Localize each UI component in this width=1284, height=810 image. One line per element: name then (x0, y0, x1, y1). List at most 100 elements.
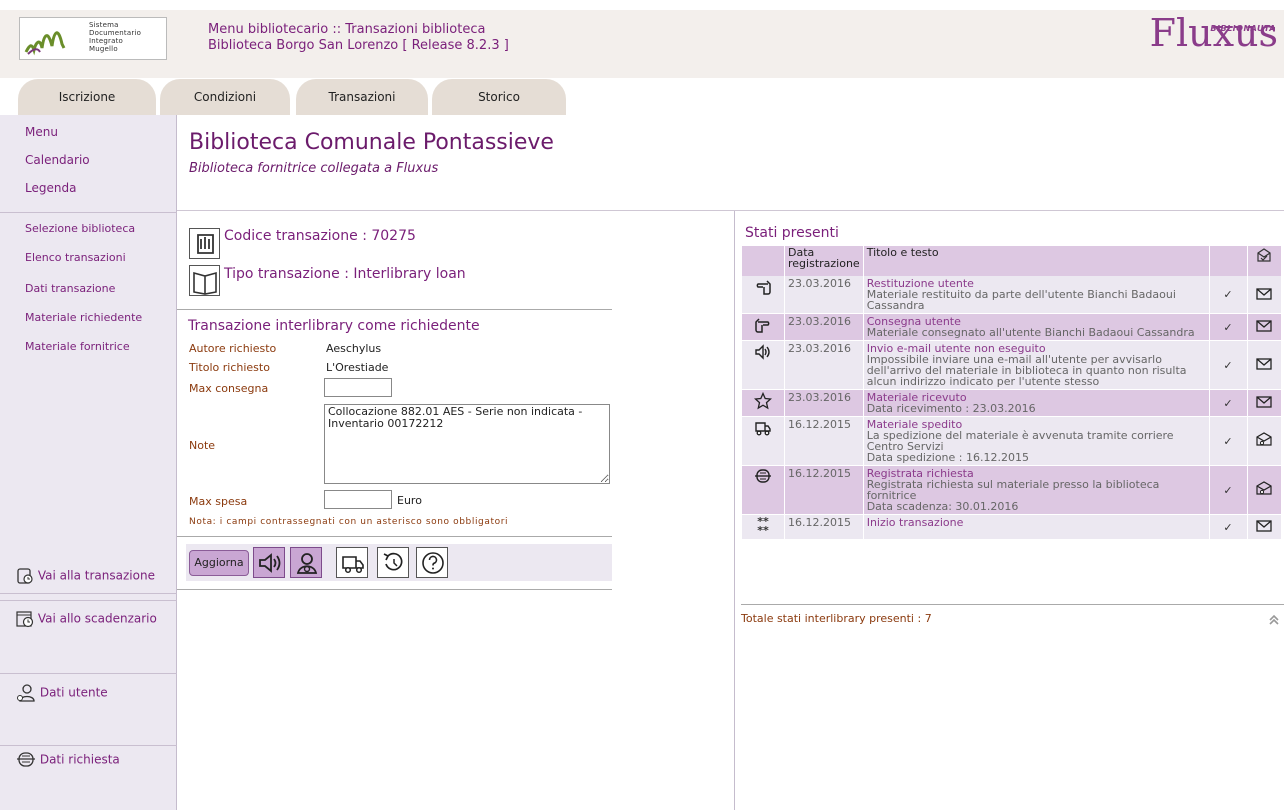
asterisks-icon: ** ** (757, 515, 769, 537)
tab-condizioni[interactable]: Condizioni (160, 79, 290, 115)
stato-date: 23.03.2016 (784, 340, 864, 390)
fluxus-logo[interactable]: Fluxus (1150, 11, 1278, 55)
envelope-icon[interactable] (1255, 355, 1273, 373)
quick-link-label: Vai alla transazione (37, 568, 155, 583)
sidebar-item-elenco-transazioni[interactable]: Elenco transazioni (25, 251, 126, 264)
stato-row: 23.03.2016 Consegna utente Materiale conse… (741, 313, 1281, 341)
aggiorna-button[interactable]: Aggiorna (189, 550, 249, 576)
quick-link-dati-utente[interactable]: Dati utente (16, 683, 108, 703)
tab-iscrizione[interactable]: Iscrizione (18, 79, 156, 115)
sidebar-divider (0, 745, 177, 746)
scroll-top-icon[interactable] (1268, 614, 1280, 626)
truck-button[interactable] (336, 547, 368, 578)
check-icon: ✓ (1208, 276, 1247, 314)
stato-date: 23.03.2016 (784, 389, 864, 417)
quick-link-label: Vai allo scadenzario (37, 611, 157, 626)
mail-cell[interactable] (1246, 416, 1281, 466)
quick-link-vai-alla-transazione[interactable]: Vai alla transazione (16, 567, 155, 585)
envelope-icon[interactable] (1255, 285, 1273, 303)
logo-text: Sistema Documentario Integrato Mugello (89, 21, 142, 53)
nota-obbligatori: Nota: i campi contrassegnati con un aste… (189, 517, 509, 527)
tab-transazioni[interactable]: Transazioni (296, 79, 428, 115)
user-badge-icon (296, 553, 318, 574)
right-panel-border (734, 211, 735, 810)
actions-divider-top (177, 536, 612, 537)
sidebar-item-menu[interactable]: Menu (25, 125, 58, 139)
check-icon: ✓ (1208, 514, 1247, 540)
header: Sistema Documentario Integrato Mugello M… (0, 10, 1284, 78)
stato-row: 23.03.2016 Invio e-mail utente non esegui… (741, 340, 1281, 390)
book-icon (193, 271, 217, 295)
col-mail-header (1246, 246, 1281, 276)
speaker-icon (259, 553, 281, 573)
sidebar-divider (0, 600, 177, 601)
tab-storico[interactable]: Storico (432, 79, 566, 115)
sidebar-item-materiale-fornitrice[interactable]: Materiale fornitrice (25, 340, 130, 353)
max-spesa-input[interactable] (324, 490, 392, 509)
sidebar-item-dati-transazione[interactable]: Dati transazione (25, 282, 115, 295)
mail-cell[interactable] (1246, 313, 1281, 341)
form-divider (177, 309, 612, 310)
sidebar-item-materiale-richiedente[interactable]: Materiale richiedente (25, 311, 142, 324)
hand-right-icon (755, 318, 770, 333)
col-date-header: Data registrazione (784, 246, 864, 276)
stato-text: Data ricevimento : 23.03.2016 (866, 402, 1036, 415)
transaction-code-box (189, 228, 220, 259)
stato-text: Data scadenza: 30.01.2016 (866, 500, 1019, 513)
check-icon: ✓ (1208, 389, 1247, 417)
col-check-header (1208, 246, 1247, 276)
undo-icon (383, 552, 403, 571)
user-badge-button[interactable] (290, 547, 322, 578)
mail-cell[interactable] (1246, 514, 1281, 540)
mail-cell[interactable] (1246, 389, 1281, 417)
stato-date: 16.12.2015 (784, 416, 864, 466)
header-title: Menu bibliotecario :: Transazioni biblio… (208, 22, 509, 53)
logo-wave-icon (24, 31, 66, 56)
check-icon: ✓ (1208, 465, 1247, 515)
note-textarea[interactable]: Collocazione 882.01 AES - Serie non indi… (324, 404, 610, 484)
stato-content: Materiale spedito La spedizione del mater… (862, 416, 1209, 466)
form-title: Transazione interlibrary come richiedent… (188, 318, 480, 334)
stato-icon-cell (741, 389, 785, 417)
stato-text: Data spedizione : 16.12.2015 (866, 451, 1029, 464)
mail-cell[interactable] (1246, 465, 1281, 515)
stato-text: Registrata richiesta sul materiale press… (866, 478, 1160, 502)
envelope-icon[interactable] (1255, 393, 1273, 411)
stato-content: Inizio transazione (862, 514, 1209, 540)
quick-link-label: Dati utente (39, 685, 108, 700)
sidebar-item-selezione-biblioteca[interactable]: Selezione biblioteca (25, 222, 135, 235)
tag-icon (197, 234, 214, 254)
sidebar-divider (0, 212, 177, 213)
mail-cell[interactable] (1246, 340, 1281, 390)
sidebar-item-legenda[interactable]: Legenda (25, 181, 76, 195)
stato-text: Materiale restituito da parte dell'utent… (866, 288, 1176, 312)
envelope-icon[interactable] (1255, 517, 1273, 535)
envelope-icon[interactable] (1255, 317, 1273, 335)
stati-title: Stati presenti (745, 225, 839, 241)
mail-cell[interactable] (1246, 276, 1281, 314)
sidebar-item-calendario[interactable]: Calendario (25, 153, 90, 167)
transaction-type-box (189, 265, 220, 296)
max-consegna-input[interactable] (324, 378, 392, 397)
speaker-button[interactable] (253, 547, 285, 578)
envelope-search-icon[interactable] (1255, 431, 1273, 449)
quick-link-dati-richiesta[interactable]: Dati richiesta (16, 751, 120, 769)
autore-value: Aeschylus (326, 342, 382, 355)
titolo-label: Titolo richiesto (189, 361, 270, 374)
help-button[interactable] (416, 547, 448, 578)
stato-content: Restituzione utente Materiale restituito … (862, 276, 1209, 314)
stato-title[interactable]: Inizio transazione (867, 517, 1206, 528)
stato-row: 16.12.2015 Registrata richiesta Registrata… (741, 465, 1281, 515)
request-icon (17, 752, 35, 767)
envelope-search-icon[interactable] (1255, 480, 1273, 498)
sdiam-logo[interactable]: Sistema Documentario Integrato Mugello (19, 17, 167, 60)
stato-text: Materiale consegnato all'utente Bianchi … (866, 326, 1195, 339)
max-spesa-label: Max spesa (189, 495, 248, 508)
check-icon: ✓ (1208, 340, 1247, 390)
undo-button[interactable] (377, 547, 409, 578)
quick-link-vai-allo-scadenzario[interactable]: Vai allo scadenzario (16, 610, 157, 628)
stato-row: 23.03.2016 Materiale ricevuto Data ricevim… (741, 389, 1281, 417)
stato-content: Materiale ricevuto Data ricevimento : 23.… (862, 389, 1209, 417)
stato-date: 16.12.2015 (784, 514, 864, 540)
max-consegna-label: Max consegna (189, 382, 269, 395)
